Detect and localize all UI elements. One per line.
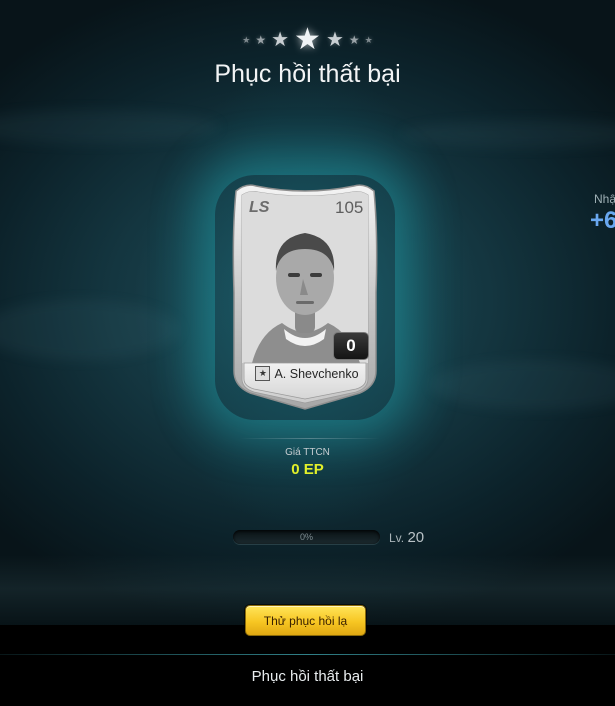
- large-star-icon: ★: [294, 23, 321, 56]
- card-name-row: ★ A. Shevchenko: [244, 366, 370, 381]
- card-position: LS: [249, 199, 270, 216]
- card-overall: 105: [335, 198, 364, 217]
- background-streak: [430, 360, 615, 410]
- progress-text: 0%: [299, 532, 313, 542]
- small-star-icon: ★: [364, 34, 373, 45]
- medium-star-icon: ★: [325, 29, 344, 51]
- player-name: A. Shevchenko: [274, 366, 359, 381]
- background-streak: [0, 300, 180, 360]
- enhance-level-badge: 0: [333, 332, 369, 360]
- star-icon: ★: [255, 366, 271, 381]
- side-panel-label: Nhậ: [594, 192, 615, 206]
- retry-restore-button[interactable]: Thử phục hồi lạ: [245, 605, 366, 636]
- level-prefix: Lv.: [389, 531, 405, 545]
- page-title: Phục hồi thất bại: [214, 60, 401, 88]
- small-star-icon: ★: [255, 33, 267, 47]
- footer-bar: Phục hồi thất bại: [0, 625, 615, 706]
- level-value: 20: [407, 529, 425, 546]
- progress-bar: 0%: [233, 530, 380, 544]
- medium-star-icon: ★: [271, 29, 290, 51]
- price-divider: [240, 438, 380, 439]
- screen: ★ ★ ★ ★ ★ ★ ★ Phục hồi thất bại Nhậ +6 L…: [0, 0, 615, 706]
- level-label: Lv. 20: [389, 529, 424, 546]
- small-star-icon: ★: [242, 34, 251, 45]
- side-panel-value: +6: [590, 207, 615, 234]
- background-streak: [400, 120, 615, 148]
- footer-divider: [0, 654, 615, 655]
- background-streak: [0, 110, 220, 144]
- rating-stars: ★ ★ ★ ★ ★ ★ ★: [0, 24, 615, 56]
- price-value: 0 EP: [291, 461, 324, 478]
- price-label: Giá TTCN: [285, 447, 330, 458]
- small-star-icon: ★: [348, 33, 360, 47]
- footer-text: Phục hồi thất bại: [251, 668, 364, 685]
